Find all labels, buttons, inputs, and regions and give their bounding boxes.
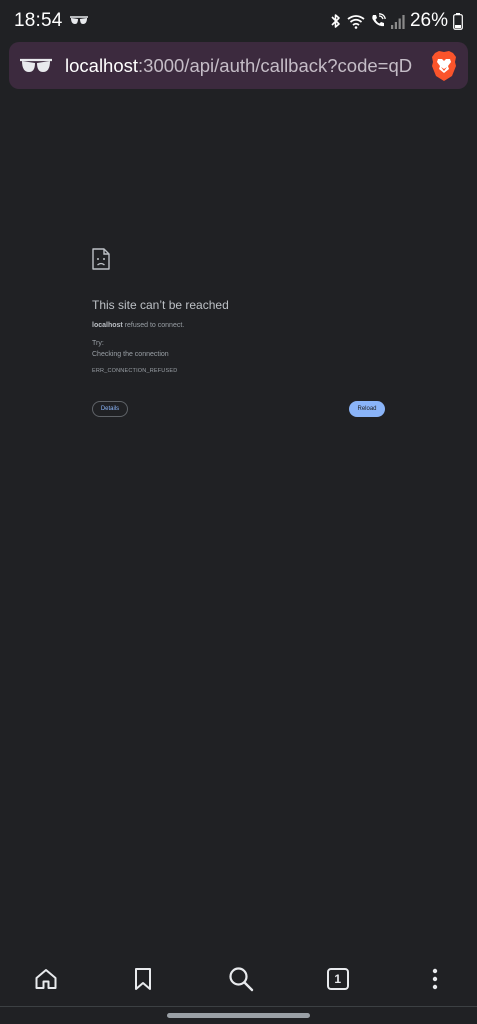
try-label: Try: — [92, 340, 104, 347]
more-menu-icon — [432, 968, 438, 990]
incognito-icon — [20, 58, 52, 72]
bottom-toolbar: 1 — [0, 950, 477, 1008]
wifi-icon — [347, 14, 365, 29]
tab-switcher-icon: 1 — [326, 968, 349, 990]
status-bar: 18:54 26% — [0, 0, 477, 42]
sad-document-icon — [92, 248, 110, 270]
error-host: localhost — [92, 322, 123, 329]
reload-button[interactable]: Reload — [349, 401, 385, 417]
url-text[interactable]: localhost:3000/api/auth/callback?code=qD — [65, 55, 424, 77]
wifi-calling-icon — [372, 13, 386, 27]
error-content: This site can’t be reached localhost ref… — [92, 248, 385, 374]
battery-icon — [453, 12, 463, 30]
url-host: localhost — [65, 54, 139, 76]
error-description: localhost refused to connect. — [92, 322, 385, 329]
more-menu-button[interactable] — [421, 965, 449, 993]
incognito-icon — [69, 16, 88, 24]
bookmarks-button[interactable] — [129, 965, 157, 993]
status-right: 26% — [330, 10, 463, 32]
tab-switcher-button[interactable]: 1 — [324, 965, 352, 993]
brave-shields-icon[interactable] — [430, 50, 458, 82]
battery-percentage: 26% — [409, 10, 448, 31]
error-buttons: Details Reload — [92, 401, 385, 417]
suggestion-item: Checking the connection — [92, 351, 169, 358]
bookmark-icon — [135, 968, 152, 990]
signal-icon — [390, 14, 405, 29]
home-icon — [35, 969, 57, 989]
search-icon — [228, 967, 253, 992]
details-button[interactable]: Details — [92, 401, 128, 417]
bluetooth-icon — [331, 14, 340, 28]
error-code: ERR_CONNECTION_REFUSED — [92, 368, 178, 374]
url-path: :3000/api/auth/callback?code=qD — [138, 54, 413, 76]
home-button[interactable] — [32, 965, 60, 993]
error-title: This site can’t be reached — [92, 298, 229, 312]
status-time: 18:54 — [14, 10, 63, 31]
address-bar[interactable]: localhost:3000/api/auth/callback?code=qD — [9, 42, 468, 89]
toolbar-divider — [0, 1006, 477, 1007]
search-button[interactable] — [227, 965, 255, 993]
screen: 18:54 26% localhost:3000/api/auth/callba… — [0, 0, 477, 1024]
gesture-home-indicator[interactable] — [167, 1013, 310, 1018]
status-left: 18:54 — [14, 10, 89, 32]
error-message: refused to connect. — [124, 322, 185, 329]
tab-count: 1 — [334, 972, 342, 986]
